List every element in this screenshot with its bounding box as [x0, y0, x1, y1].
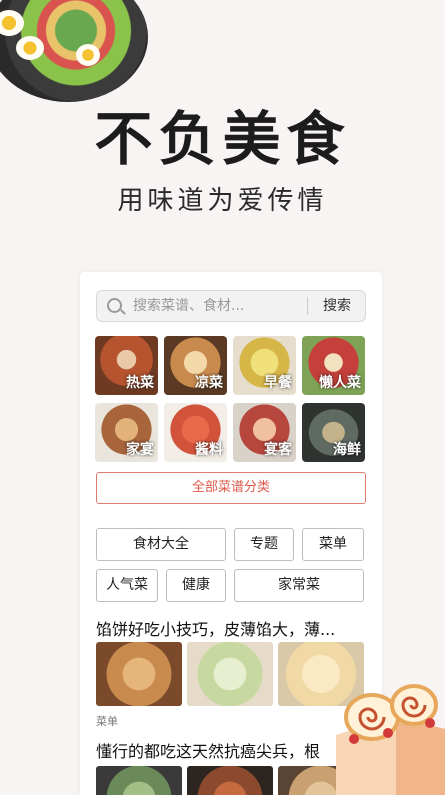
cake-roll-decoration: [336, 684, 445, 795]
article-title[interactable]: 馅饼好吃小技巧，皮薄馅大，薄...: [96, 616, 368, 640]
category-sauces[interactable]: 酱料: [164, 403, 227, 462]
article-thumbnail: [96, 766, 182, 795]
hero-title: 不负美食: [94, 105, 351, 173]
search-button[interactable]: 搜索: [309, 291, 365, 321]
search-bar[interactable]: 搜索: [96, 290, 366, 322]
category-hot-dishes[interactable]: 热菜: [95, 336, 158, 395]
category-label: 家宴: [126, 442, 154, 458]
search-input[interactable]: [133, 291, 303, 321]
article-thumbnail: [96, 642, 182, 706]
quick-link-healthy[interactable]: 健康: [166, 569, 226, 602]
search-icon: [107, 298, 122, 313]
quick-link-popular[interactable]: 人气菜: [96, 569, 158, 602]
category-label: 酱料: [195, 442, 223, 458]
category-label: 凉菜: [195, 375, 223, 391]
article-thumbnails[interactable]: [96, 642, 364, 706]
search-divider: [307, 297, 308, 315]
category-label: 热菜: [126, 375, 154, 391]
quick-link-topics[interactable]: 专题: [234, 528, 294, 561]
quick-link-home-cooking[interactable]: 家常菜: [234, 569, 364, 602]
article-tag: 菜单: [96, 715, 118, 728]
category-guests[interactable]: 宴客: [233, 403, 296, 462]
category-label: 早餐: [264, 375, 292, 391]
quick-link-menus[interactable]: 菜单: [302, 528, 364, 561]
all-categories-button[interactable]: 全部菜谱分类: [96, 472, 366, 504]
category-label: 海鲜: [333, 442, 361, 458]
category-label: 宴客: [264, 442, 292, 458]
category-breakfast[interactable]: 早餐: [233, 336, 296, 395]
hero-egg-image: [76, 44, 100, 66]
category-label: 懒人菜: [319, 375, 361, 391]
category-cold-dishes[interactable]: 凉菜: [164, 336, 227, 395]
quick-link-ingredients[interactable]: 食材大全: [96, 528, 226, 561]
category-lazy-dishes[interactable]: 懒人菜: [302, 336, 365, 395]
category-family-feast[interactable]: 家宴: [95, 403, 158, 462]
hero-egg-image: [16, 36, 44, 60]
category-seafood[interactable]: 海鲜: [302, 403, 365, 462]
hero-subtitle: 用味道为爱传情: [117, 186, 328, 216]
article-thumbnails[interactable]: [96, 766, 364, 795]
article-thumbnail: [187, 642, 273, 706]
article-thumbnail: [187, 766, 273, 795]
